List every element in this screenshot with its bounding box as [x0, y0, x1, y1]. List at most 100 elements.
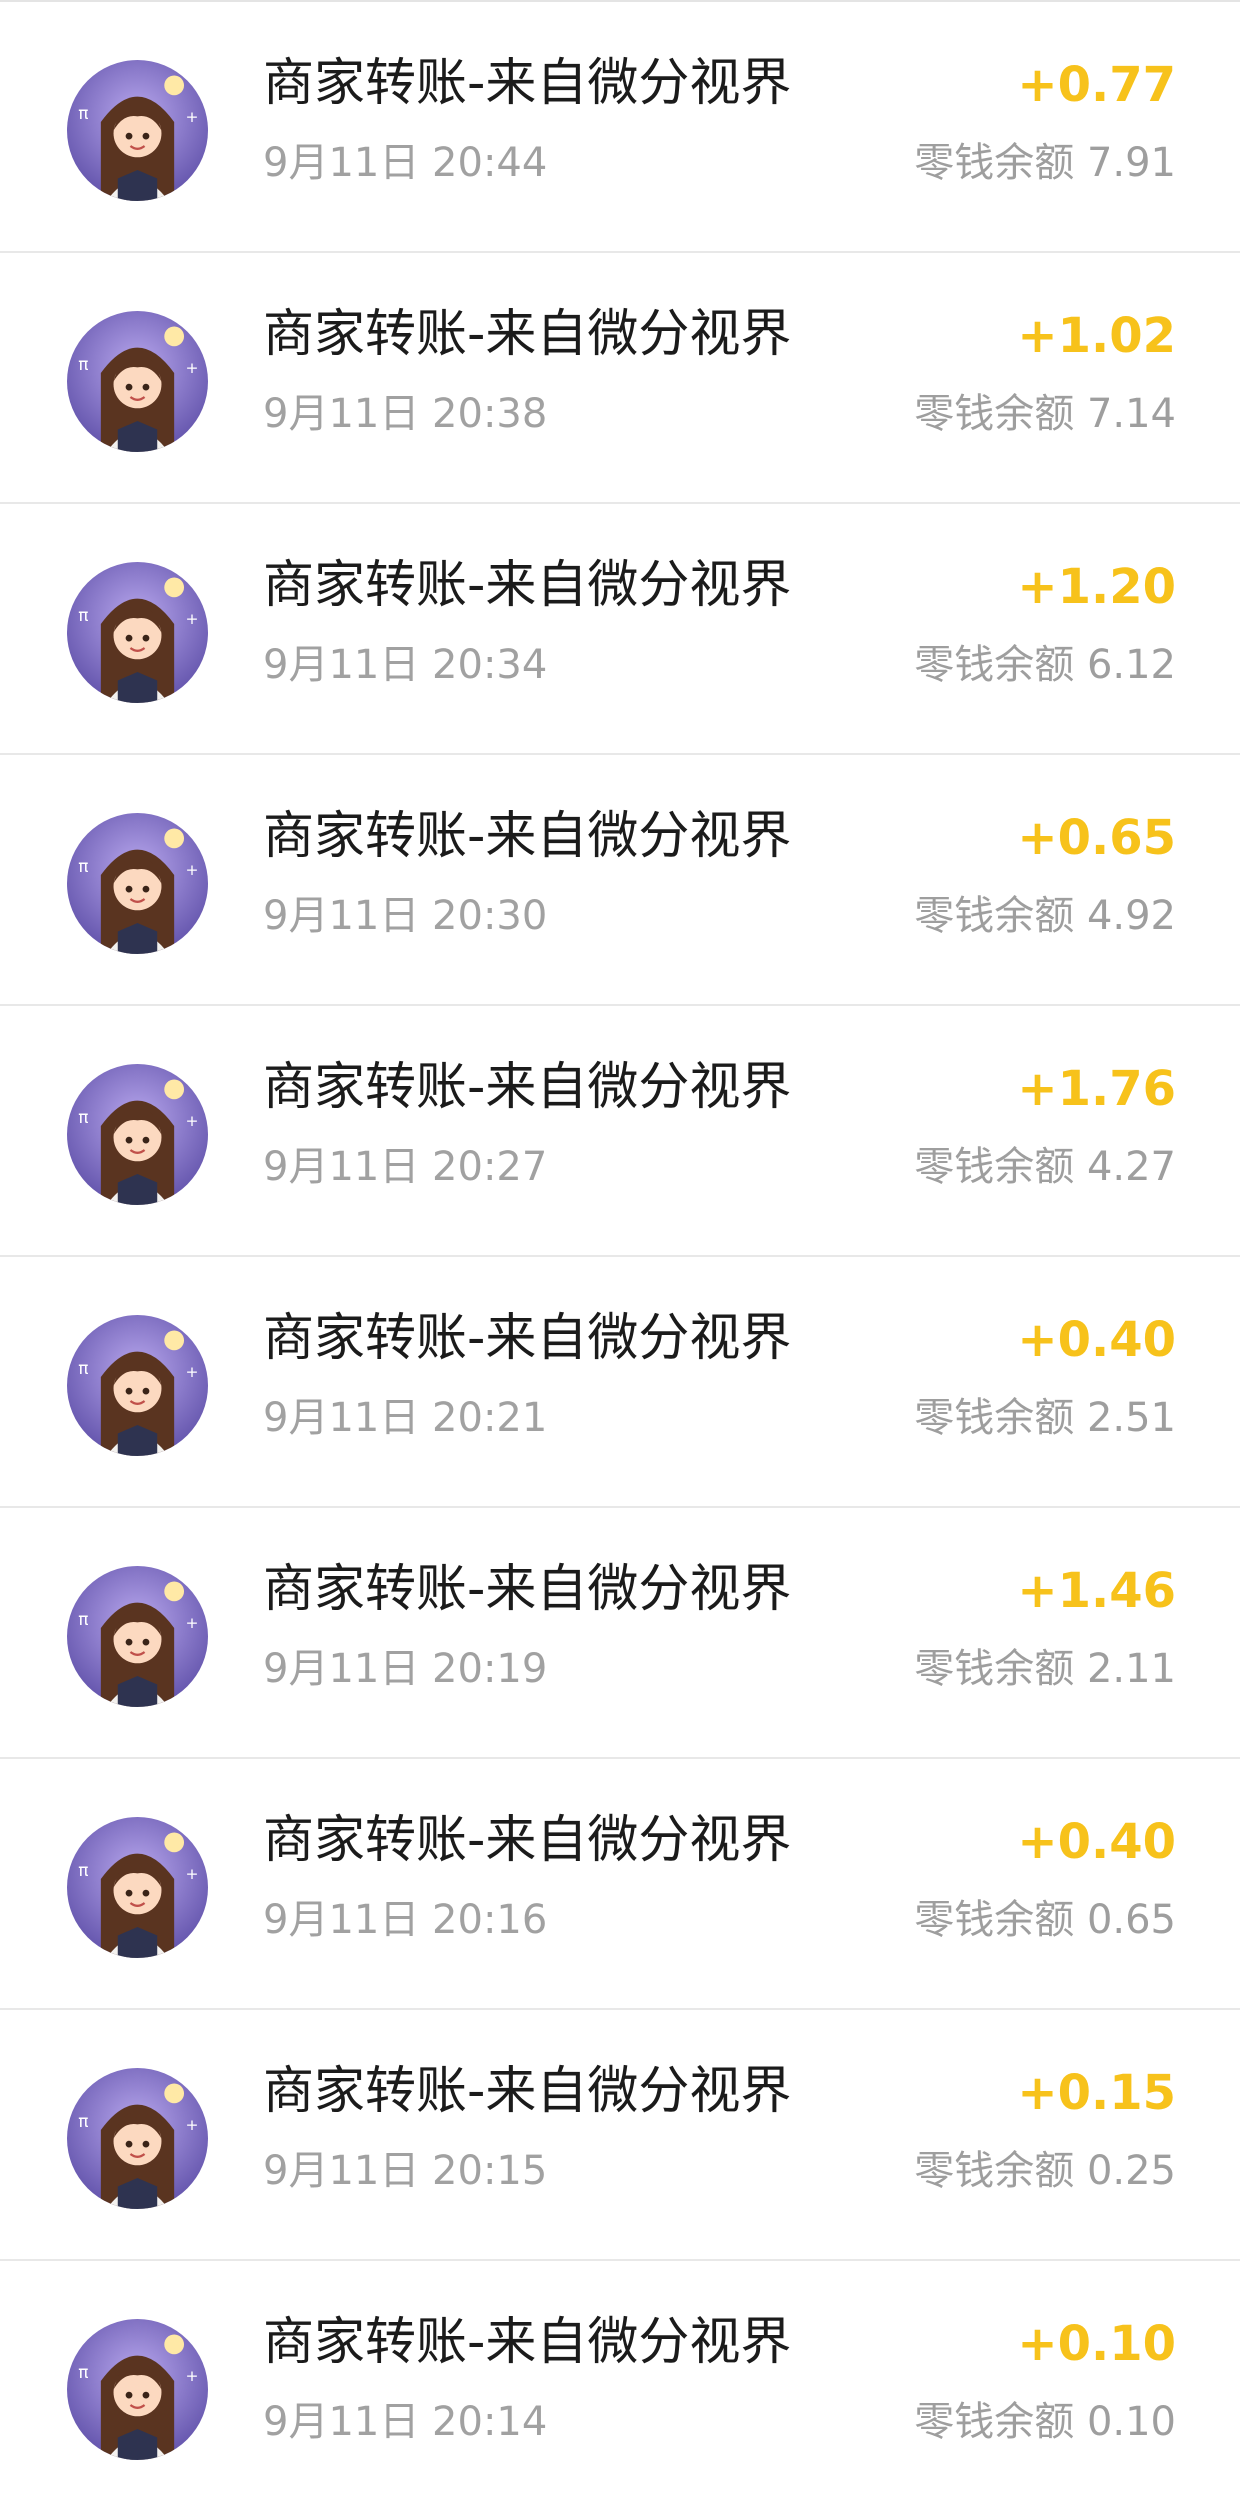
- balance-value: 7.91: [1086, 140, 1176, 186]
- svg-text:π: π: [78, 1358, 88, 1378]
- balance-line: 零钱余额 7.91: [914, 138, 1176, 188]
- svg-text:π: π: [78, 605, 88, 625]
- balance-value: 2.11: [1086, 1646, 1176, 1692]
- cartoon-girl-avatar-icon: π +: [67, 1817, 208, 1958]
- transaction-time: 9月11日 20:27: [263, 1144, 548, 1190]
- transaction-amount: +1.02: [1017, 308, 1176, 364]
- transaction-row[interactable]: π + 商家转账-来自微分视界 9月11日 20:15 +0.15 零钱余额 0.…: [0, 2010, 1240, 2261]
- svg-text:+: +: [185, 1363, 198, 1381]
- balance-label: 零钱余额: [914, 391, 1075, 437]
- transaction-time: 9月11日 20:30: [263, 893, 548, 939]
- transaction-row[interactable]: π + 商家转账-来自微分视界 9月11日 20:30 +0.65 零钱余额 4.…: [0, 755, 1240, 1006]
- cartoon-girl-avatar-icon: π +: [67, 562, 208, 703]
- transaction-title: 商家转账-来自微分视界: [263, 1309, 792, 1368]
- transaction-row[interactable]: π + 商家转账-来自微分视界 9月11日 20:44 +0.77 零钱余额 7.…: [0, 2, 1240, 253]
- transaction-amount: +0.40: [1017, 1814, 1176, 1870]
- balance-label: 零钱余额: [914, 140, 1075, 186]
- svg-text:π: π: [78, 103, 88, 123]
- balance-label: 零钱余额: [914, 2148, 1075, 2194]
- transaction-row[interactable]: π + 商家转账-来自微分视界 9月11日 20:14 +0.10 零钱余额 0.…: [0, 2261, 1240, 2512]
- transaction-time: 9月11日 20:16: [263, 1897, 548, 1943]
- svg-text:π: π: [78, 354, 88, 374]
- balance-line: 零钱余额 0.65: [914, 1895, 1176, 1945]
- transaction-time: 9月11日 20:34: [263, 642, 548, 688]
- svg-text:π: π: [78, 1609, 88, 1629]
- svg-text:+: +: [185, 359, 198, 377]
- svg-text:+: +: [185, 1112, 198, 1130]
- svg-text:+: +: [185, 1865, 198, 1883]
- cartoon-girl-avatar-icon: π +: [67, 1064, 208, 1205]
- transaction-title: 商家转账-来自微分视界: [263, 1058, 792, 1117]
- svg-text:+: +: [185, 610, 198, 628]
- cartoon-girl-avatar-icon: π +: [67, 311, 208, 452]
- balance-line: 零钱余额 2.11: [914, 1644, 1176, 1694]
- transaction-title: 商家转账-来自微分视界: [263, 2062, 792, 2121]
- svg-text:+: +: [185, 861, 198, 879]
- balance-value: 0.25: [1086, 2148, 1176, 2194]
- svg-text:+: +: [185, 2367, 198, 2385]
- balance-label: 零钱余额: [914, 1897, 1075, 1943]
- transaction-amount: +1.76: [1017, 1061, 1176, 1117]
- transaction-amount: +0.10: [1017, 2316, 1176, 2372]
- transaction-title: 商家转账-来自微分视界: [263, 54, 792, 113]
- transaction-row[interactable]: π + 商家转账-来自微分视界 9月11日 20:19 +1.46 零钱余额 2.…: [0, 1508, 1240, 1759]
- balance-label: 零钱余额: [914, 2399, 1075, 2445]
- balance-line: 零钱余额 4.27: [914, 1142, 1176, 1192]
- balance-value: 0.65: [1086, 1897, 1176, 1943]
- cartoon-girl-avatar-icon: π +: [67, 2068, 208, 2209]
- cartoon-girl-avatar-icon: π +: [67, 60, 208, 201]
- svg-text:π: π: [78, 856, 88, 876]
- balance-value: 4.27: [1086, 1144, 1176, 1190]
- transaction-amount: +0.15: [1017, 2065, 1176, 2121]
- balance-line: 零钱余额 2.51: [914, 1393, 1176, 1443]
- balance-line: 零钱余额 0.25: [914, 2146, 1176, 2196]
- transaction-title: 商家转账-来自微分视界: [263, 305, 792, 364]
- transaction-amount: +0.40: [1017, 1312, 1176, 1368]
- svg-text:π: π: [78, 1107, 88, 1127]
- transaction-time: 9月11日 20:15: [263, 2148, 548, 2194]
- transaction-time: 9月11日 20:44: [263, 140, 548, 186]
- transaction-title: 商家转账-来自微分视界: [263, 2313, 792, 2372]
- transaction-title: 商家转账-来自微分视界: [263, 556, 792, 615]
- transaction-list: π + 商家转账-来自微分视界 9月11日 20:44 +0.77 零钱余额 7.…: [0, 0, 1240, 2512]
- transaction-row[interactable]: π + 商家转账-来自微分视界 9月11日 20:27 +1.76 零钱余额 4.…: [0, 1006, 1240, 1257]
- transaction-amount: +1.20: [1017, 559, 1176, 615]
- cartoon-girl-avatar-icon: π +: [67, 1566, 208, 1707]
- svg-text:π: π: [78, 2362, 88, 2382]
- balance-value: 0.10: [1086, 2399, 1176, 2445]
- balance-label: 零钱余额: [914, 1646, 1075, 1692]
- balance-line: 零钱余额 7.14: [914, 389, 1176, 439]
- transaction-time: 9月11日 20:19: [263, 1646, 548, 1692]
- balance-label: 零钱余额: [914, 893, 1075, 939]
- svg-text:π: π: [78, 2111, 88, 2131]
- transaction-time: 9月11日 20:14: [263, 2399, 548, 2445]
- transaction-amount: +0.77: [1017, 57, 1176, 113]
- transaction-row[interactable]: π + 商家转账-来自微分视界 9月11日 20:21 +0.40 零钱余额 2.…: [0, 1257, 1240, 1508]
- transaction-title: 商家转账-来自微分视界: [263, 1811, 792, 1870]
- svg-text:π: π: [78, 1860, 88, 1880]
- svg-text:+: +: [185, 108, 198, 126]
- balance-label: 零钱余额: [914, 642, 1075, 688]
- balance-value: 2.51: [1086, 1395, 1176, 1441]
- balance-value: 4.92: [1086, 893, 1176, 939]
- transaction-amount: +1.46: [1017, 1563, 1176, 1619]
- cartoon-girl-avatar-icon: π +: [67, 2319, 208, 2460]
- transaction-row[interactable]: π + 商家转账-来自微分视界 9月11日 20:38 +1.02 零钱余额 7.…: [0, 253, 1240, 504]
- cartoon-girl-avatar-icon: π +: [67, 813, 208, 954]
- balance-line: 零钱余额 0.10: [914, 2397, 1176, 2447]
- balance-line: 零钱余额 4.92: [914, 891, 1176, 941]
- svg-text:+: +: [185, 2116, 198, 2134]
- transaction-title: 商家转账-来自微分视界: [263, 807, 792, 866]
- transaction-time: 9月11日 20:21: [263, 1395, 548, 1441]
- balance-label: 零钱余额: [914, 1395, 1075, 1441]
- balance-line: 零钱余额 6.12: [914, 640, 1176, 690]
- svg-text:+: +: [185, 1614, 198, 1632]
- balance-value: 7.14: [1086, 391, 1176, 437]
- transaction-time: 9月11日 20:38: [263, 391, 548, 437]
- transaction-title: 商家转账-来自微分视界: [263, 1560, 792, 1619]
- balance-value: 6.12: [1086, 642, 1176, 688]
- balance-label: 零钱余额: [914, 1144, 1075, 1190]
- cartoon-girl-avatar-icon: π +: [67, 1315, 208, 1456]
- transaction-row[interactable]: π + 商家转账-来自微分视界 9月11日 20:34 +1.20 零钱余额 6.…: [0, 504, 1240, 755]
- transaction-row[interactable]: π + 商家转账-来自微分视界 9月11日 20:16 +0.40 零钱余额 0.…: [0, 1759, 1240, 2010]
